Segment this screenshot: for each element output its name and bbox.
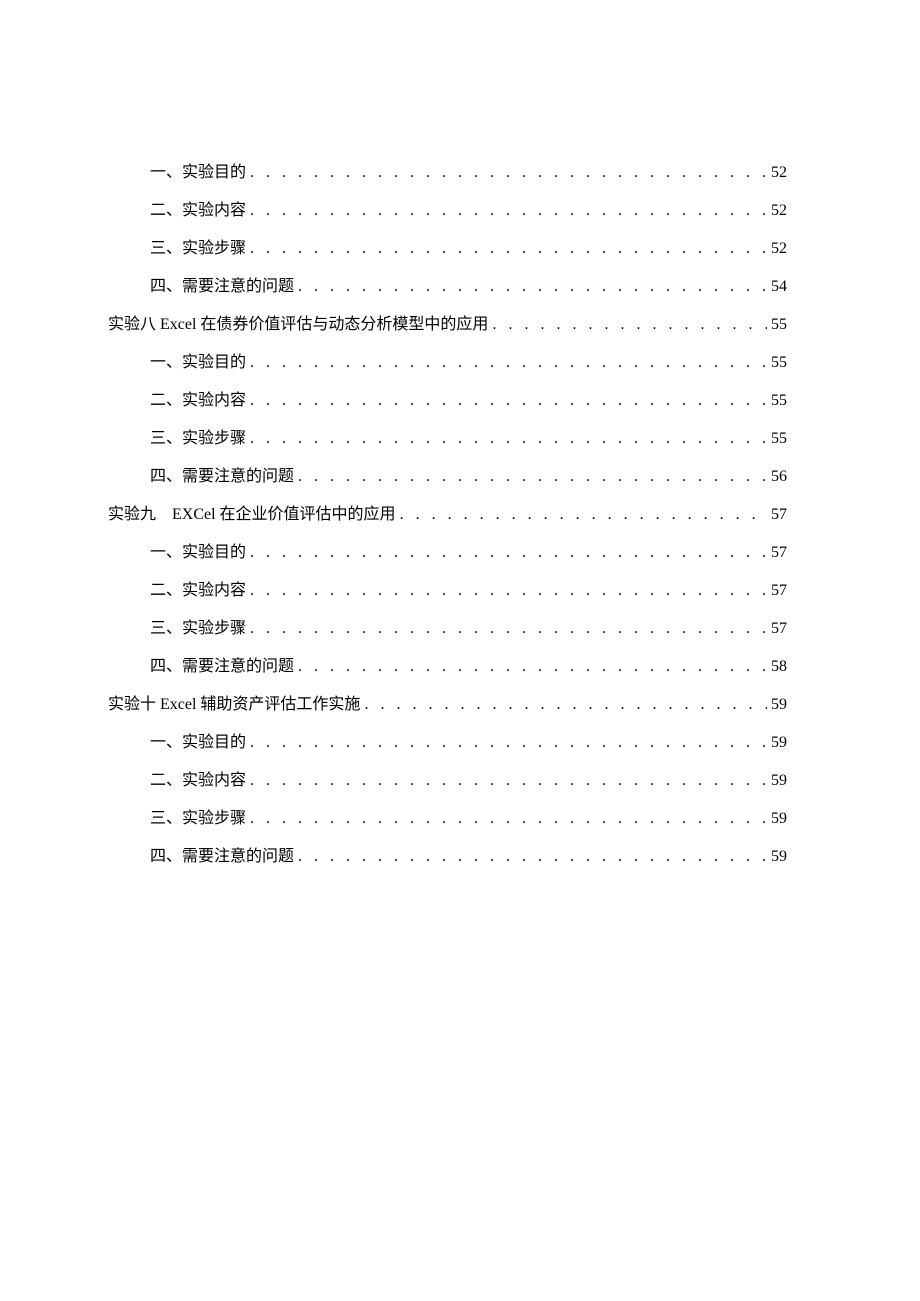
toc-entry: 一、实验目的 59: [108, 728, 787, 752]
toc-title: 实验九 EXCel 在企业价值评估中的应用: [108, 500, 396, 524]
toc-title: 一、实验目的: [150, 538, 246, 562]
toc-title: 四、需要注意的问题: [150, 272, 294, 296]
toc-entry: 实验九 EXCel 在企业价值评估中的应用 57: [108, 500, 787, 524]
toc-page-number: 59: [771, 772, 787, 790]
toc-entry: 三、实验步骤 55: [108, 424, 787, 448]
toc-page-number: 55: [771, 392, 787, 410]
toc-entry: 二、实验内容 55: [108, 386, 787, 410]
toc-leader-dots: [250, 354, 767, 372]
toc-entry: 二、实验内容 52: [108, 196, 787, 220]
toc-title: 实验八 Excel 在债券价值评估与动态分析模型中的应用: [108, 310, 488, 334]
toc-entry: 实验八 Excel 在债券价值评估与动态分析模型中的应用 55: [108, 310, 787, 334]
toc-page-number: 57: [771, 582, 787, 600]
toc-title: 四、需要注意的问题: [150, 652, 294, 676]
toc-leader-dots: [298, 468, 767, 486]
toc-leader-dots: [250, 392, 767, 410]
toc-title: 一、实验目的: [150, 728, 246, 752]
toc-page-number: 59: [771, 734, 787, 752]
toc-page-number: 57: [771, 506, 787, 524]
toc-page-number: 52: [771, 202, 787, 220]
toc-title: 四、需要注意的问题: [150, 462, 294, 486]
toc-title: 三、实验步骤: [150, 804, 246, 828]
toc-leader-dots: [400, 506, 767, 524]
toc-entry: 一、实验目的 57: [108, 538, 787, 562]
toc-entry: 实验十 Excel 辅助资产评估工作实施 59: [108, 690, 787, 714]
toc-leader-dots: [364, 696, 767, 714]
toc-leader-dots: [250, 582, 767, 600]
toc-entry: 四、需要注意的问题 54: [108, 272, 787, 296]
toc-leader-dots: [250, 734, 767, 752]
toc-entry: 四、需要注意的问题 59: [108, 842, 787, 866]
toc-page-number: 52: [771, 240, 787, 258]
toc-title: 二、实验内容: [150, 386, 246, 410]
toc-leader-dots: [298, 278, 767, 296]
toc-page-number: 56: [771, 468, 787, 486]
toc-leader-dots: [250, 772, 767, 790]
toc-page-number: 59: [771, 810, 787, 828]
toc-entry: 四、需要注意的问题 58: [108, 652, 787, 676]
toc-entry: 二、实验内容 57: [108, 576, 787, 600]
toc-title: 一、实验目的: [150, 348, 246, 372]
toc-title: 一、实验目的: [150, 158, 246, 182]
toc-entry: 三、实验步骤 57: [108, 614, 787, 638]
toc-title: 三、实验步骤: [150, 424, 246, 448]
toc-leader-dots: [250, 164, 767, 182]
toc-entry: 三、实验步骤 59: [108, 804, 787, 828]
toc-entry: 四、需要注意的问题 56: [108, 462, 787, 486]
toc-title: 二、实验内容: [150, 766, 246, 790]
toc-page-number: 57: [771, 620, 787, 638]
toc-entry: 三、实验步骤 52: [108, 234, 787, 258]
toc-page-number: 54: [771, 278, 787, 296]
toc-page-number: 58: [771, 658, 787, 676]
toc-title: 实验十 Excel 辅助资产评估工作实施: [108, 690, 360, 714]
toc-page-number: 55: [771, 316, 787, 334]
toc-leader-dots: [492, 316, 767, 334]
toc-page-number: 59: [771, 848, 787, 866]
table-of-contents: 一、实验目的 52 二、实验内容 52 三、实验步骤 52 四、需要注意的问题 …: [108, 158, 787, 866]
toc-page-number: 59: [771, 696, 787, 714]
toc-leader-dots: [250, 430, 767, 448]
toc-page-number: 52: [771, 164, 787, 182]
toc-page-number: 55: [771, 354, 787, 372]
toc-leader-dots: [250, 544, 767, 562]
toc-title: 三、实验步骤: [150, 614, 246, 638]
toc-leader-dots: [250, 240, 767, 258]
toc-leader-dots: [298, 658, 767, 676]
toc-title: 二、实验内容: [150, 196, 246, 220]
toc-leader-dots: [250, 620, 767, 638]
toc-page-number: 57: [771, 544, 787, 562]
toc-leader-dots: [298, 848, 767, 866]
toc-leader-dots: [250, 810, 767, 828]
toc-page-number: 55: [771, 430, 787, 448]
toc-title: 二、实验内容: [150, 576, 246, 600]
toc-entry: 一、实验目的 52: [108, 158, 787, 182]
toc-entry: 二、实验内容 59: [108, 766, 787, 790]
toc-leader-dots: [250, 202, 767, 220]
toc-entry: 一、实验目的 55: [108, 348, 787, 372]
toc-title: 四、需要注意的问题: [150, 842, 294, 866]
toc-title: 三、实验步骤: [150, 234, 246, 258]
